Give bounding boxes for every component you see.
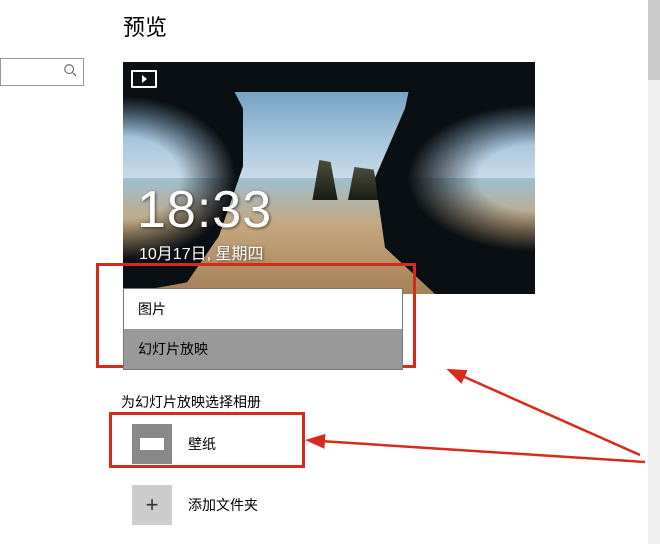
- page-title: 预览: [123, 10, 643, 42]
- album-label: 壁纸: [188, 434, 216, 454]
- albums-section-label: 为幻灯片放映选择相册: [121, 392, 261, 412]
- lockscreen-date: 10月17日, 星期四: [139, 240, 264, 264]
- album-thumbnail: [132, 424, 172, 464]
- search-icon: [63, 63, 77, 82]
- add-folder-button[interactable]: + 添加文件夹: [132, 485, 258, 525]
- scrollbar-thumb[interactable]: [648, 0, 660, 80]
- dropdown-option-slideshow[interactable]: 幻灯片放映: [124, 329, 402, 369]
- annotation-arrow: [300, 400, 660, 485]
- plus-icon: +: [132, 485, 172, 525]
- lockscreen-time: 18:33: [137, 180, 272, 240]
- dropdown-option-picture[interactable]: 图片: [124, 289, 402, 329]
- vertical-scrollbar[interactable]: [648, 0, 660, 544]
- add-folder-label: 添加文件夹: [188, 495, 258, 515]
- slideshow-icon: [131, 70, 157, 88]
- search-input[interactable]: [0, 58, 84, 86]
- album-item[interactable]: 壁纸: [132, 424, 216, 464]
- background-type-dropdown[interactable]: 图片 幻灯片放映: [123, 288, 403, 370]
- lockscreen-preview: 18:33 10月17日, 星期四: [123, 62, 535, 294]
